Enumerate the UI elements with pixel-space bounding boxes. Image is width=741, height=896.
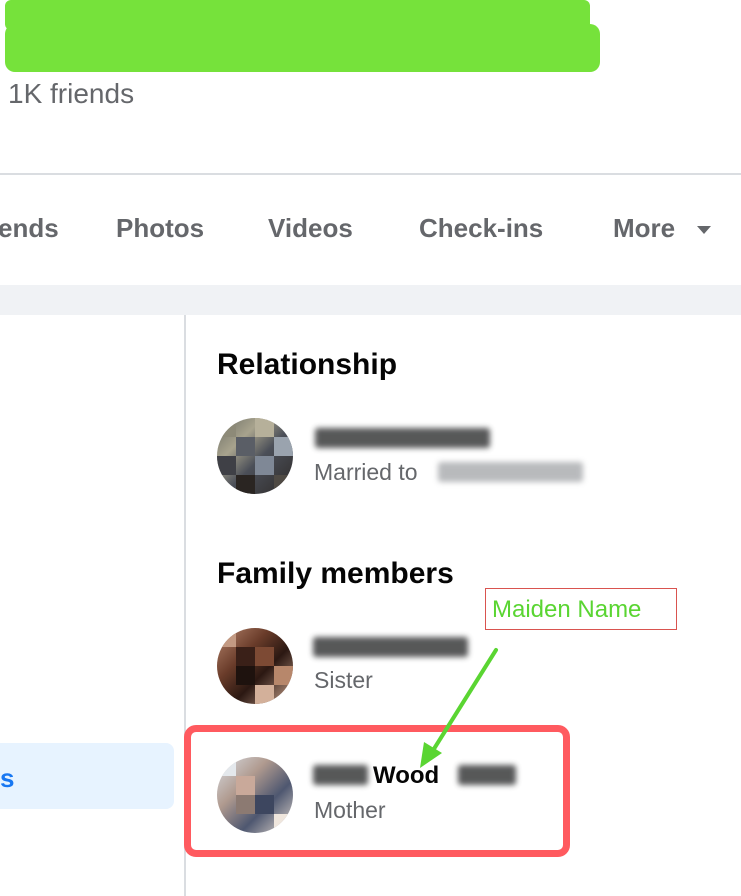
annotation-arrow-icon bbox=[420, 648, 498, 768]
